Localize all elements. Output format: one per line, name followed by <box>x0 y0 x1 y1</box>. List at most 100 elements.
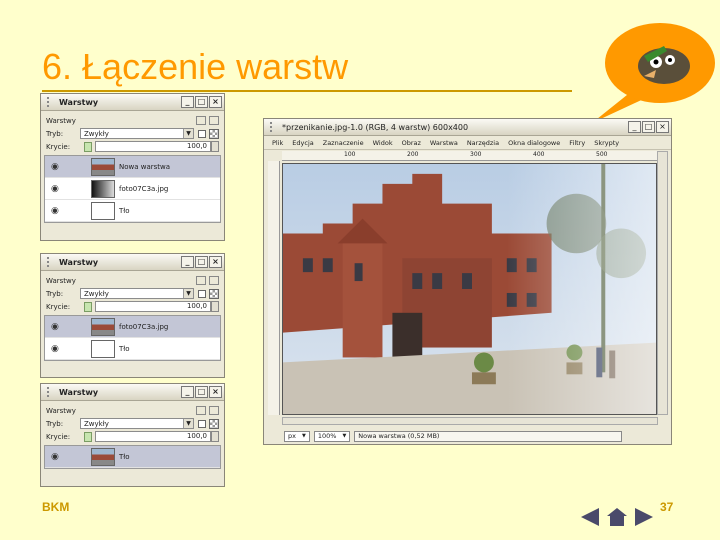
menu-item[interactable]: Okna dialogowe <box>508 139 560 147</box>
status-bar: px ▼ 100% ▼ Nowa warstwa (0,52 MB) <box>284 430 623 442</box>
opacity-slider[interactable] <box>84 301 92 312</box>
opacity-label: Krycie: <box>46 432 71 441</box>
maximize-icon[interactable]: □ <box>195 386 208 398</box>
grip-icon[interactable] <box>47 257 55 267</box>
layer-name: Tło <box>119 344 130 353</box>
menu-item[interactable]: Obraz <box>402 139 421 147</box>
next-slide-icon[interactable] <box>635 508 653 526</box>
grip-icon[interactable] <box>47 387 55 397</box>
ruler-tick: 100 <box>344 151 356 158</box>
panel-titlebar[interactable]: Warstwy _ □ × <box>41 254 224 271</box>
blend-mode-label: Tryb: <box>46 129 64 138</box>
image-window-titlebar[interactable]: *przenikanie.jpg-1.0 (RGB, 4 warstw) 600… <box>264 119 671 136</box>
mascot-face <box>638 48 690 84</box>
zoom-select[interactable]: 100% ▼ <box>313 430 351 442</box>
panel-titlebar[interactable]: Warstwy _ □ × <box>41 94 224 111</box>
ruler-tick: 400 <box>533 151 545 158</box>
keep-transparency-checkbox[interactable] <box>198 129 206 138</box>
maximize-icon[interactable]: □ <box>642 121 655 133</box>
image-canvas[interactable] <box>282 163 657 415</box>
chevron-down-icon[interactable]: ▼ <box>183 129 193 138</box>
close-icon[interactable]: × <box>209 386 222 398</box>
panel-menu-icon[interactable] <box>196 406 206 415</box>
footer-author: BKM <box>42 500 70 514</box>
layer-row[interactable]: ◉ Tło <box>45 200 220 222</box>
opacity-stepper[interactable] <box>211 431 219 442</box>
eye-icon[interactable]: ◉ <box>51 322 67 332</box>
menu-item[interactable]: Edycja <box>292 139 313 147</box>
chevron-down-icon[interactable]: ▼ <box>183 419 193 428</box>
layer-thumbnail <box>91 157 115 176</box>
menu-item[interactable]: Warstwa <box>430 139 458 147</box>
home-icon[interactable] <box>607 508 627 526</box>
minimize-icon[interactable]: _ <box>628 121 641 133</box>
ruler-tick: 500 <box>596 151 608 158</box>
previous-slide-icon[interactable] <box>581 508 599 526</box>
unit-select[interactable]: px ▼ <box>284 430 310 442</box>
chevron-down-icon[interactable]: ▼ <box>302 432 306 441</box>
layer-list: ◉ foto07C3a.jpg ◉ Tło <box>44 315 221 361</box>
layer-name: Tło <box>119 206 130 215</box>
opacity-stepper[interactable] <box>211 141 219 152</box>
opacity-stepper[interactable] <box>211 301 219 312</box>
chevron-down-icon[interactable]: ▼ <box>183 289 193 298</box>
opacity-field[interactable]: 100,0 <box>95 141 211 152</box>
menu-item[interactable]: Narzędzia <box>467 139 499 147</box>
minimize-icon[interactable]: _ <box>181 386 194 398</box>
layer-name: foto07C3a.jpg <box>119 184 169 193</box>
layer-row[interactable]: ◉ foto07C3a.jpg <box>45 178 220 200</box>
blend-mode-select[interactable]: Zwykły ▼ <box>80 288 194 299</box>
eye-icon[interactable]: ◉ <box>51 162 67 172</box>
layer-row[interactable]: ◉ foto07C3a.jpg <box>45 316 220 338</box>
ruler-tick: 300 <box>470 151 482 158</box>
mode-label: Warstwy <box>46 276 76 285</box>
blend-mode-select[interactable]: Zwykły ▼ <box>80 128 194 139</box>
opacity-field[interactable]: 100,0 <box>95 431 211 442</box>
layer-name: foto07C3a.jpg <box>119 322 169 331</box>
layer-row[interactable]: ◉ Tło <box>45 338 220 360</box>
panel-close-icon[interactable] <box>209 276 219 285</box>
menu-item[interactable]: Zaznaczenie <box>323 139 364 147</box>
menu-item[interactable]: Filtry <box>569 139 585 147</box>
opacity-slider[interactable] <box>84 431 92 442</box>
panel-titlebar[interactable]: Warstwy _ □ × <box>41 384 224 401</box>
maximize-icon[interactable]: □ <box>195 96 208 108</box>
keep-transparency-checkbox[interactable] <box>198 289 206 298</box>
minimize-icon[interactable]: _ <box>181 256 194 268</box>
close-icon[interactable]: × <box>656 121 669 133</box>
chevron-down-icon[interactable]: ▼ <box>342 432 346 441</box>
maximize-icon[interactable]: □ <box>195 256 208 268</box>
panel-menu-icon[interactable] <box>196 276 206 285</box>
vertical-scrollbar[interactable] <box>657 151 668 415</box>
blend-mode-select[interactable]: Zwykły ▼ <box>80 418 194 429</box>
panel-menu-icon[interactable] <box>196 116 206 125</box>
title-underline <box>42 90 572 92</box>
eye-icon[interactable]: ◉ <box>51 452 67 462</box>
mode-label: Warstwy <box>46 116 76 125</box>
layer-row[interactable]: ◉ Nowa warstwa <box>45 156 220 178</box>
close-icon[interactable]: × <box>209 96 222 108</box>
layers-panel-2: Warstwy _ □ × Warstwy Tryb: Zwykły ▼ Krycie… <box>40 253 225 378</box>
menu-item[interactable]: Plik <box>272 139 283 147</box>
menu-bar: Plik Edycja Zaznaczenie Widok Obraz Wars… <box>264 136 671 150</box>
minimize-icon[interactable]: _ <box>181 96 194 108</box>
eye-icon[interactable]: ◉ <box>51 206 67 216</box>
page-number: 37 <box>660 500 674 514</box>
opacity-slider[interactable] <box>84 141 92 152</box>
close-icon[interactable]: × <box>209 256 222 268</box>
layer-thumbnail <box>91 447 115 466</box>
panel-close-icon[interactable] <box>209 406 219 415</box>
panel-close-icon[interactable] <box>209 116 219 125</box>
eye-icon[interactable]: ◉ <box>51 344 67 354</box>
keep-transparency-checkbox[interactable] <box>198 419 206 428</box>
menu-item[interactable]: Widok <box>373 139 393 147</box>
layer-row[interactable]: ◉ Tło <box>45 446 220 468</box>
grip-icon[interactable] <box>47 97 55 107</box>
image-window: *przenikanie.jpg-1.0 (RGB, 4 warstw) 600… <box>263 118 672 445</box>
window-menu-icon[interactable] <box>270 122 278 132</box>
opacity-field[interactable]: 100,0 <box>95 301 211 312</box>
transparency-icon <box>209 418 219 429</box>
horizontal-scrollbar[interactable] <box>282 417 658 425</box>
menu-item[interactable]: Skrypty <box>594 139 619 147</box>
eye-icon[interactable]: ◉ <box>51 184 67 194</box>
